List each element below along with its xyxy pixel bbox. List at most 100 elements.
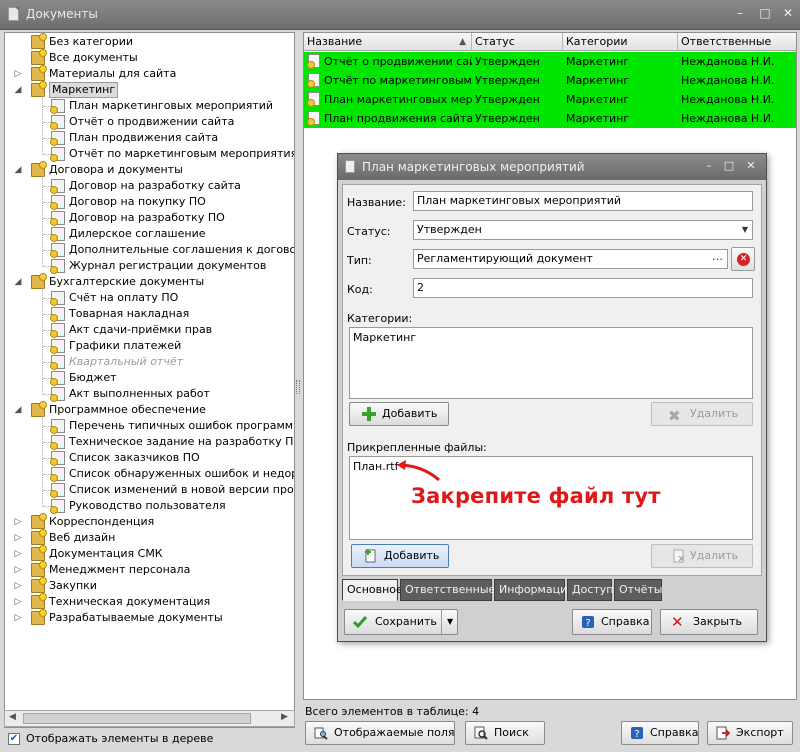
tree-item[interactable]: Договор на разработку сайта [5, 178, 294, 194]
status-select[interactable]: Утвержден ▼ [413, 220, 753, 240]
tree-item[interactable]: ◢ Договора и документы [5, 161, 294, 178]
tab-responsible[interactable]: Ответственные [400, 579, 495, 601]
scroll-left-icon[interactable]: ◀ [9, 712, 16, 722]
tree-item[interactable]: ▷ Документация СМК [5, 545, 294, 562]
tree-item[interactable]: Журнал регистрации документов [5, 258, 294, 274]
table-row[interactable]: План маркетинговых меропрУтвержден Маркет… [304, 90, 796, 109]
tree-item[interactable]: ▷ Менеджмент персонала [5, 561, 294, 578]
tab-access[interactable]: Доступ [567, 579, 613, 601]
folder-icon [31, 577, 47, 593]
type-field[interactable]: Регламентирующий документ … [413, 249, 728, 269]
displayed-fields-button[interactable]: Отображаемые поля [305, 721, 455, 745]
dialog-minimize-button[interactable]: – [702, 159, 716, 173]
maximize-button[interactable]: □ [758, 6, 772, 20]
table-row[interactable]: План продвижения сайта Утвержден Маркетинг… [304, 109, 796, 128]
tree-item[interactable]: ◢ Программное обеспечение [5, 401, 294, 418]
tree-item[interactable]: План маркетинговых мероприятий [5, 98, 294, 114]
tree-item[interactable]: ▷ Корреспонденция [5, 513, 294, 530]
tree-item[interactable]: Список заказчиков ПО [5, 450, 294, 466]
tab-reports[interactable]: Отчёты [614, 579, 662, 601]
dialog-close-button[interactable]: ✕ [744, 159, 758, 173]
add-file-button[interactable]: Добавить [351, 544, 449, 568]
tab-main[interactable]: Основное [342, 579, 403, 601]
expand-icon[interactable]: ▷ [13, 530, 23, 546]
tree-item[interactable]: Бюджет [5, 370, 294, 386]
category-tree[interactable]: Без категории Все документы ▷ Материалы для… [4, 32, 295, 728]
close-button[interactable]: ✕ [781, 6, 795, 20]
expand-icon[interactable]: ▷ [13, 546, 23, 562]
dialog-maximize-button[interactable]: □ [722, 159, 736, 173]
tree-item[interactable]: ▷ Веб дизайн [5, 529, 294, 546]
table-row[interactable]: Отчёт о продвижении сайтаУтвержден Маркет… [304, 52, 796, 71]
delete-category-button[interactable]: ✖ Удалить [651, 402, 753, 426]
category-item[interactable]: Маркетинг [353, 331, 416, 344]
tree-item[interactable]: ◢ Бухгалтерские документы [5, 273, 294, 290]
scroll-right-icon[interactable]: ▶ [281, 712, 288, 722]
show-in-tree-checkbox[interactable]: ✔ [8, 733, 20, 745]
tree-item[interactable]: Счёт на оплату ПО [5, 290, 294, 306]
tree-item[interactable]: ▷ Техническая документация [5, 593, 294, 610]
tree-item[interactable]: Список изменений в новой версии программ [5, 482, 294, 498]
tree-item[interactable]: Все документы [5, 49, 294, 66]
dialog-titlebar[interactable]: План маркетинговых мероприятий – □ ✕ [338, 154, 766, 180]
expand-icon[interactable]: ▷ [13, 610, 23, 626]
tree-item[interactable]: Перечень типичных ошибок программного с [5, 418, 294, 434]
tree-item[interactable]: Отчёт по маркетинговым мероприятиям [5, 146, 294, 162]
column-header-categories[interactable]: Категории [563, 33, 678, 51]
tree-item[interactable]: План продвижения сайта [5, 130, 294, 146]
tree-item[interactable]: ▷ Материалы для сайта [5, 65, 294, 82]
panel-splitter[interactable] [296, 380, 300, 394]
tree-item[interactable]: Акт выполненных работ [5, 386, 294, 402]
collapse-icon[interactable]: ◢ [13, 402, 23, 418]
tree-item[interactable]: Список обнаруженных ошибок и недоработ [5, 466, 294, 482]
column-header-responsible[interactable]: Ответственные [678, 33, 796, 51]
tree-item[interactable]: ▷ Закупки [5, 577, 294, 594]
collapse-icon[interactable]: ◢ [13, 274, 23, 290]
categories-list[interactable]: Маркетинг [349, 327, 753, 399]
add-category-button[interactable]: Добавить [349, 402, 449, 426]
tree-item[interactable]: Без категории [5, 33, 294, 50]
tree-item[interactable]: Техническое задание на разработку ПО [5, 434, 294, 450]
expand-icon[interactable]: ▷ [13, 562, 23, 578]
expand-icon[interactable]: ▷ [13, 578, 23, 594]
code-field[interactable]: 2 [413, 278, 753, 298]
scrollbar-thumb[interactable] [23, 713, 251, 724]
tree-item[interactable]: Договор на покупку ПО [5, 194, 294, 210]
tree-item[interactable]: Договор на разработку ПО [5, 210, 294, 226]
tree-item[interactable]: Квартальный отчёт [5, 354, 294, 370]
tree-horizontal-scrollbar[interactable]: ◀ ▶ [4, 710, 295, 727]
browse-icon[interactable]: … [712, 250, 723, 266]
expand-icon[interactable]: ▷ [13, 66, 23, 82]
attached-file-item[interactable]: План.rtf [353, 460, 398, 473]
clear-type-button[interactable]: ✕ [731, 247, 755, 271]
export-button[interactable]: Экспорт [707, 721, 793, 745]
tree-item[interactable]: Руководство пользователя [5, 498, 294, 514]
collapse-icon[interactable]: ◢ [13, 162, 23, 178]
dialog-help-button[interactable]: ? Справка [572, 609, 652, 635]
tree-item[interactable]: ◢ Маркетинг [5, 81, 294, 98]
tab-information[interactable]: Информация [494, 579, 574, 601]
tree-item[interactable]: Дилерское соглашение [5, 226, 294, 242]
delete-file-button[interactable]: Удалить [651, 544, 753, 568]
tree-item[interactable]: Дополнительные соглашения к договорам [5, 242, 294, 258]
dialog-close-button-footer[interactable]: ✕ Закрыть [660, 609, 758, 635]
save-button[interactable]: Сохранить ▼ [344, 609, 458, 635]
tree-item[interactable]: Акт сдачи-приёмки прав [5, 322, 294, 338]
name-field[interactable]: План маркетинговых мероприятий [413, 191, 753, 211]
save-menu-chevron-icon[interactable]: ▼ [447, 610, 453, 634]
table-row[interactable]: Отчёт по маркетинговым мерУтвержден Марке… [304, 71, 796, 90]
tree-item[interactable]: ▷ Разрабатываемые документы [5, 609, 294, 626]
help-button[interactable]: ? Справка [621, 721, 699, 745]
expand-icon[interactable]: ▷ [13, 594, 23, 610]
tree-item[interactable]: Графики платежей [5, 338, 294, 354]
column-header-status[interactable]: Статус [472, 33, 563, 51]
search-button[interactable]: Поиск [465, 721, 545, 745]
tree-item-label: Разрабатываемые документы [49, 611, 223, 624]
tree-item[interactable]: Отчёт о продвижении сайта [5, 114, 294, 130]
chevron-down-icon[interactable]: ▼ [742, 221, 748, 239]
minimize-button[interactable]: – [733, 6, 747, 20]
expand-icon[interactable]: ▷ [13, 514, 23, 530]
column-header-name[interactable]: Название ▲ [304, 33, 472, 51]
collapse-icon[interactable]: ◢ [13, 82, 23, 98]
tree-item[interactable]: Товарная накладная [5, 306, 294, 322]
